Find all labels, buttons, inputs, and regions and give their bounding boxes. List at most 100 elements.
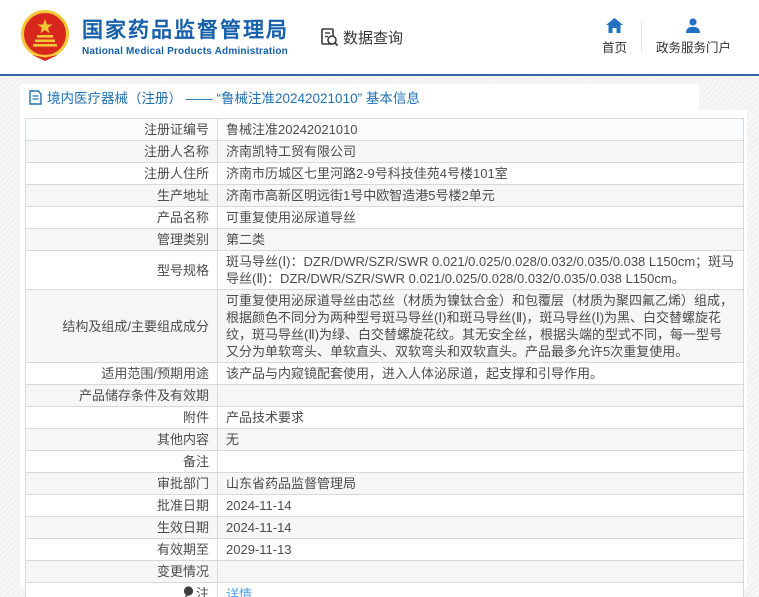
table-row: 备注 xyxy=(25,450,744,473)
background-notch xyxy=(699,84,747,110)
row-value: 可重复使用泌尿道导丝由芯丝（材质为镍钛合金）和包覆层（材质为聚四氟乙烯）组成，根… xyxy=(217,289,744,363)
table-row: 生产地址 济南市高新区明远街1号中欧智造港5号楼2单元 xyxy=(25,184,744,207)
site-title-cn: 国家药品监督管理局 xyxy=(82,18,289,42)
row-label: 附件 xyxy=(25,406,218,429)
table-row: 有效期至 2029-11-13 xyxy=(25,538,744,561)
row-label-text: 结构及组成/主要组成成分 xyxy=(62,318,209,334)
site-title-en: National Medical Products Administration xyxy=(82,45,288,57)
row-label: 注册证编号 xyxy=(25,118,218,141)
data-query-button[interactable]: 数据查询 xyxy=(319,27,403,48)
row-value: 详情 xyxy=(217,582,744,597)
data-query-label: 数据查询 xyxy=(343,29,404,47)
nav-item-portal[interactable]: 政务服务门户 xyxy=(642,18,745,56)
row-label: 管理类别 xyxy=(25,228,218,251)
document-icon xyxy=(29,89,42,105)
row-value: 2029-11-13 xyxy=(217,538,744,561)
content-card: 境内医疗器械（注册） —— “鲁械注准20242021010” 基本信息 注册证… xyxy=(20,84,747,597)
row-value: 第二类 xyxy=(217,228,744,251)
row-label-text: 生效日期 xyxy=(156,520,209,535)
table-row: 结构及组成/主要组成成分 可重复使用泌尿道导丝由芯丝（材质为镍钛合金）和包覆层（… xyxy=(25,289,744,363)
row-label-text: 变更情况 xyxy=(156,564,209,579)
header-nav: 首页 政务服务门户 xyxy=(588,18,745,56)
site-title-block: 国家药品监督管理局 National Medical Products Admi… xyxy=(82,18,289,57)
row-label-text: 注 xyxy=(195,586,209,597)
nav-item-home[interactable]: 首页 xyxy=(588,18,641,56)
row-label-text: 审批部门 xyxy=(156,476,209,491)
row-value: 2024-11-14 xyxy=(217,516,744,539)
table-row: 注册人名称 济南凯特工贸有限公司 xyxy=(25,140,744,163)
row-value xyxy=(217,560,744,583)
table-row: 产品名称 可重复使用泌尿道导丝 xyxy=(25,206,744,229)
row-value: 2024-11-14 xyxy=(217,494,744,517)
row-label: 注册人名称 xyxy=(25,140,218,163)
breadcrumb-text: 境内医疗器械（注册） —— “鲁械注准20242021010” 基本信息 xyxy=(47,91,420,106)
row-value: 济南市高新区明远街1号中欧智造港5号楼2单元 xyxy=(217,184,744,207)
table-row: 附件 产品技术要求 xyxy=(25,406,744,429)
row-label: 生效日期 xyxy=(25,516,218,539)
user-icon xyxy=(686,18,701,33)
row-label-text: 生产地址 xyxy=(156,188,209,203)
row-value: 山东省药品监督管理局 xyxy=(217,472,744,495)
row-label-text: 附件 xyxy=(182,410,209,425)
row-label: 批准日期 xyxy=(25,494,218,517)
row-label-text: 批准日期 xyxy=(156,498,209,513)
row-label-text: 产品储存条件及有效期 xyxy=(78,388,209,403)
table-row: 型号规格 斑马导丝(Ⅰ)：DZR/DWR/SZR/SWR 0.021/0.025… xyxy=(25,250,744,290)
row-label-text: 注册人住所 xyxy=(143,166,209,181)
row-value xyxy=(217,450,744,473)
row-value xyxy=(217,384,744,407)
row-label-text: 注册人名称 xyxy=(143,144,209,159)
table-row: 生效日期 2024-11-14 xyxy=(25,516,744,539)
note-balloon-icon xyxy=(183,586,194,597)
row-label: 有效期至 xyxy=(25,538,218,561)
table-row: 审批部门 山东省药品监督管理局 xyxy=(25,472,744,495)
row-label-text: 有效期至 xyxy=(156,542,209,557)
nav-portal-label: 政务服务门户 xyxy=(655,41,731,55)
row-value: 该产品与内窥镜配套使用，进入人体泌尿道，起支撑和引导作用。 xyxy=(217,362,744,385)
row-label: 注 xyxy=(25,582,218,597)
row-label: 生产地址 xyxy=(25,184,218,207)
row-label: 结构及组成/主要组成成分 xyxy=(25,289,218,363)
nav-home-label: 首页 xyxy=(601,41,627,55)
home-icon xyxy=(605,18,623,33)
row-value: 济南市历城区七里河路2-9号科技佳苑4号楼101室 xyxy=(217,162,744,185)
breadcrumb: 境内医疗器械（注册） —— “鲁械注准20242021010” 基本信息 xyxy=(20,84,747,110)
row-label: 产品名称 xyxy=(25,206,218,229)
row-label-text: 型号规格 xyxy=(156,262,209,278)
row-label: 产品储存条件及有效期 xyxy=(25,384,218,407)
row-label-text: 产品名称 xyxy=(156,210,209,225)
table-row: 注 详情 xyxy=(25,582,744,597)
table-row: 其他内容 无 xyxy=(25,428,744,451)
table-row: 批准日期 2024-11-14 xyxy=(25,494,744,517)
row-label: 备注 xyxy=(25,450,218,473)
row-label: 变更情况 xyxy=(25,560,218,583)
row-label: 其他内容 xyxy=(25,428,218,451)
row-value: 鲁械注准20242021010 xyxy=(217,118,744,141)
row-value: 产品技术要求 xyxy=(217,406,744,429)
row-label-text: 适用范围/预期用途 xyxy=(101,366,209,381)
row-label: 型号规格 xyxy=(25,250,218,290)
row-label-text: 管理类别 xyxy=(156,232,209,247)
detail-link[interactable]: 详情 xyxy=(226,587,252,597)
table-row: 注册人住所 济南市历城区七里河路2-9号科技佳苑4号楼101室 xyxy=(25,162,744,185)
document-search-icon xyxy=(321,28,339,47)
table-row: 产品储存条件及有效期 xyxy=(25,384,744,407)
row-value: 斑马导丝(Ⅰ)：DZR/DWR/SZR/SWR 0.021/0.025/0.02… xyxy=(217,250,744,290)
row-label-text: 其他内容 xyxy=(156,432,209,447)
info-table-body: 注册证编号 鲁械注准20242021010 注册人名称 济南凯特工贸有限公司 注… xyxy=(25,118,744,597)
row-value: 济南凯特工贸有限公司 xyxy=(217,140,744,163)
row-label-text: 备注 xyxy=(182,454,209,469)
row-value: 可重复使用泌尿道导丝 xyxy=(217,206,744,229)
table-row: 变更情况 xyxy=(25,560,744,583)
row-label: 适用范围/预期用途 xyxy=(25,362,218,385)
site-header: 国家药品监督管理局 National Medical Products Admi… xyxy=(0,0,759,76)
row-value: 无 xyxy=(217,428,744,451)
row-label: 注册人住所 xyxy=(25,162,218,185)
table-row: 适用范围/预期用途 该产品与内窥镜配套使用，进入人体泌尿道，起支撑和引导作用。 xyxy=(25,362,744,385)
table-row: 管理类别 第二类 xyxy=(25,228,744,251)
registration-info-table: 注册证编号 鲁械注准20242021010 注册人名称 济南凯特工贸有限公司 注… xyxy=(25,118,744,597)
row-label: 审批部门 xyxy=(25,472,218,495)
national-emblem-logo[interactable] xyxy=(18,9,72,65)
row-label-text: 注册证编号 xyxy=(143,122,209,137)
table-row: 注册证编号 鲁械注准20242021010 xyxy=(25,118,744,141)
